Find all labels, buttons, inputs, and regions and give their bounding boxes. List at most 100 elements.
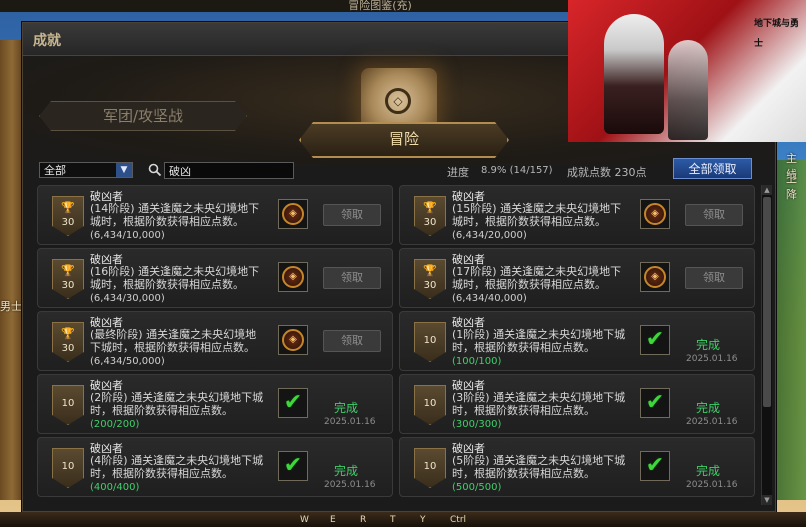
reward-emblem-icon: ◈ xyxy=(282,203,304,225)
reward-slot[interactable]: ◈ xyxy=(278,325,308,355)
achievement-progress: (6,434/50,000) xyxy=(90,356,165,367)
achievement-card: 10 破凶者 (3阶段) 通关逢魔之未央幻境地下城时，根据阶数获得相应点数。 (300… xyxy=(399,374,755,434)
skill-key-label[interactable]: Y xyxy=(420,514,426,526)
skill-key-label[interactable]: R xyxy=(360,514,366,526)
achievement-progress: (6,434/30,000) xyxy=(90,293,165,304)
badge-points: 30 xyxy=(423,217,437,228)
status-complete: 完成 xyxy=(334,464,359,478)
achievement-points: 成就点数 230点 xyxy=(567,166,647,179)
skill-key-label[interactable]: Ctrl xyxy=(450,514,466,526)
reward-slot[interactable]: ◈ xyxy=(640,199,670,229)
status-complete: 完成 xyxy=(696,401,721,415)
achievement-description: (5阶段) 通关逢魔之未央幻境地下城时，根据阶数获得相应点数。 xyxy=(452,454,626,480)
checkmark-icon: ✔ xyxy=(645,453,665,478)
character-art-2 xyxy=(668,40,708,140)
skill-key-label[interactable]: E xyxy=(330,514,336,526)
claim-button[interactable]: 领取 xyxy=(323,267,381,289)
scrollbar[interactable]: ▲ ▼ xyxy=(761,185,772,505)
progress-value: 8.9% (14/157) xyxy=(481,165,553,176)
badge-points: 30 xyxy=(61,343,75,354)
trophy-badge: 🏆 30 xyxy=(52,196,84,236)
achievement-card: 🏆 30 破凶者 (16阶段) 通关逢魔之未央幻境地下城时，根据阶数获得相应点数。 (6… xyxy=(37,248,393,308)
trophy-badge: 10 xyxy=(52,448,84,488)
badge-points: 30 xyxy=(423,280,437,291)
achievement-description: (3阶段) 通关逢魔之未央幻境地下城时，根据阶数获得相应点数。 xyxy=(452,391,626,417)
checkmark-icon: ✔ xyxy=(283,390,303,415)
claim-button[interactable]: 领取 xyxy=(685,204,743,226)
completion-date: 2025.01.16 xyxy=(686,354,738,364)
reward-slot[interactable]: ◈ xyxy=(278,262,308,292)
achievement-progress: (6,434/10,000) xyxy=(90,230,165,241)
tab-adventure[interactable]: 冒险 xyxy=(299,122,509,158)
tab-legion-siege[interactable]: 军团/攻坚战 xyxy=(39,101,247,131)
trophy-icon: 🏆 xyxy=(61,264,75,277)
reward-slot[interactable]: ◈ xyxy=(640,262,670,292)
trophy-badge: 10 xyxy=(52,385,84,425)
dropdown-value: 全部 xyxy=(44,164,66,177)
checkmark-icon: ✔ xyxy=(645,327,665,352)
claim-all-button[interactable]: 全部领取 xyxy=(673,158,752,179)
badge-points: 10 xyxy=(61,461,75,472)
checkmark-icon: ✔ xyxy=(283,453,303,478)
badge-points: 10 xyxy=(61,398,75,409)
achievement-card: 🏆 30 破凶者 (15阶段) 通关逢魔之未央幻境地下城时，根据阶数获得相应点数。 (6… xyxy=(399,185,755,245)
trophy-icon: 🏆 xyxy=(423,264,437,277)
reward-slot[interactable]: ◈ xyxy=(278,199,308,229)
achievement-list: 🏆 30 破凶者 (14阶段) 通关逢魔之未央幻境地下城时，根据阶数获得相应点数。 (6… xyxy=(37,185,759,505)
skill-key-label[interactable]: W xyxy=(300,514,309,526)
achievement-card: 🏆 30 破凶者 (最终阶段) 通关逢魔之未央幻境地下城时，根据阶数获得相应点数。 (6… xyxy=(37,311,393,371)
category-dropdown[interactable]: 全部 ▼ xyxy=(39,162,133,178)
reward-slot[interactable]: ✔ xyxy=(640,388,670,418)
chevron-down-icon[interactable]: ▼ xyxy=(116,163,132,177)
skill-bar: W E R T Y Ctrl xyxy=(0,512,806,527)
achievement-card: 10 破凶者 (1阶段) 通关逢魔之未央幻境地下城时，根据阶数获得相应点数。 (100… xyxy=(399,311,755,371)
game-logo: 地下城与勇士 xyxy=(754,19,800,49)
claim-button[interactable]: 领取 xyxy=(685,267,743,289)
reward-emblem-icon: ◈ xyxy=(282,266,304,288)
badge-points: 10 xyxy=(423,335,437,346)
achievement-progress: (6,434/40,000) xyxy=(452,293,527,304)
completion-date: 2025.01.16 xyxy=(324,417,376,427)
reward-slot[interactable]: ✔ xyxy=(640,325,670,355)
achievement-description: (17阶段) 通关逢魔之未央幻境地下城时，根据阶数获得相应点数。 xyxy=(452,265,622,291)
achievement-card: 10 破凶者 (4阶段) 通关逢魔之未央幻境地下城时，根据阶数获得相应点数。 (400… xyxy=(37,437,393,497)
search-input[interactable] xyxy=(164,162,294,179)
reward-slot[interactable]: ✔ xyxy=(278,388,308,418)
completion-date: 2025.01.16 xyxy=(686,480,738,490)
compass-icon: ◇ xyxy=(385,88,411,114)
scroll-thumb[interactable] xyxy=(763,197,771,407)
palm-tree xyxy=(0,40,24,500)
skill-key-label[interactable]: T xyxy=(390,514,396,526)
scroll-down-icon[interactable]: ▼ xyxy=(762,495,772,505)
claim-button[interactable]: 领取 xyxy=(323,204,381,226)
achievement-progress: (200/200) xyxy=(90,419,140,430)
promo-banner[interactable]: 地下城与勇士 xyxy=(568,0,806,142)
achievement-card: 🏆 30 破凶者 (17阶段) 通关逢魔之未央幻境地下城时，根据阶数获得相应点数。 (6… xyxy=(399,248,755,308)
reward-emblem-icon: ◈ xyxy=(644,266,666,288)
completion-date: 2025.01.16 xyxy=(686,417,738,427)
reward-slot[interactable]: ✔ xyxy=(640,451,670,481)
badge-points: 30 xyxy=(61,280,75,291)
reward-slot[interactable]: ✔ xyxy=(278,451,308,481)
achievement-description: (最终阶段) 通关逢魔之未央幻境地下城时，根据阶数获得相应点数。 xyxy=(90,328,257,354)
side-quest-label-2: 卫降 xyxy=(786,172,797,201)
progress-label: 进度 xyxy=(447,166,469,179)
window-title: 成就 xyxy=(33,33,61,49)
trophy-icon: 🏆 xyxy=(61,327,75,340)
top-window-title: 冒险图鉴(充) xyxy=(348,0,412,12)
claim-button[interactable]: 领取 xyxy=(323,330,381,352)
trophy-badge: 10 xyxy=(414,385,446,425)
trophy-badge: 🏆 30 xyxy=(414,196,446,236)
achievement-description: (1阶段) 通关逢魔之未央幻境地下城时，根据阶数获得相应点数。 xyxy=(452,328,626,354)
trophy-badge: 10 xyxy=(414,448,446,488)
achievement-description: (4阶段) 通关逢魔之未央幻境地下城时，根据阶数获得相应点数。 xyxy=(90,454,264,480)
achievement-card: 10 破凶者 (5阶段) 通关逢魔之未央幻境地下城时，根据阶数获得相应点数。 (500… xyxy=(399,437,755,497)
badge-points: 30 xyxy=(61,217,75,228)
reward-emblem-icon: ◈ xyxy=(644,203,666,225)
status-complete: 完成 xyxy=(696,464,721,478)
status-complete: 完成 xyxy=(334,401,359,415)
trophy-icon: 🏆 xyxy=(61,201,75,214)
scroll-up-icon[interactable]: ▲ xyxy=(762,185,772,195)
achievement-description: (16阶段) 通关逢魔之未央幻境地下城时，根据阶数获得相应点数。 xyxy=(90,265,260,291)
achievement-description: (15阶段) 通关逢魔之未央幻境地下城时，根据阶数获得相应点数。 xyxy=(452,202,622,228)
